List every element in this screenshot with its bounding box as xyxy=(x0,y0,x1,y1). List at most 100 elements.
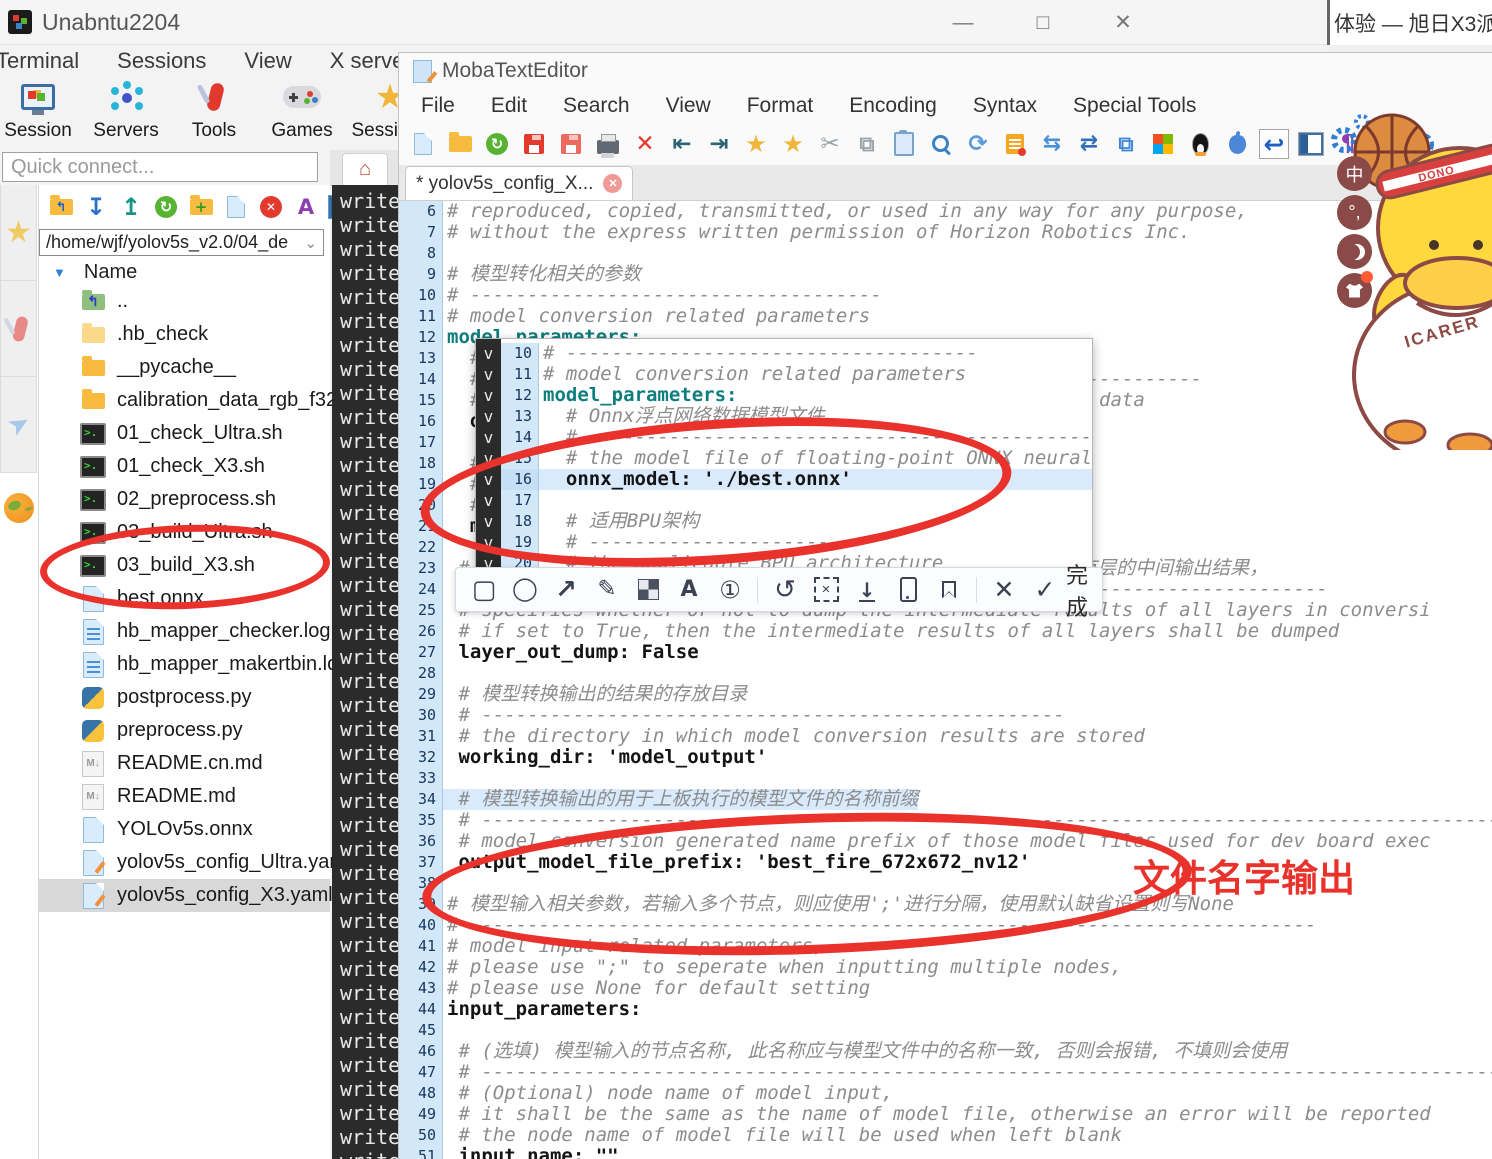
convert-right-icon[interactable]: ⇄ xyxy=(1075,130,1103,158)
refresh-icon[interactable]: ↻ xyxy=(483,130,511,158)
side-tab-tools-knife[interactable] xyxy=(0,281,37,377)
refresh-files-icon[interactable]: ↻ xyxy=(152,193,180,221)
indent-icon[interactable]: ⇥ xyxy=(705,130,733,158)
games-gamepad-button[interactable]: Games xyxy=(266,78,338,142)
upload-file-icon[interactable]: ↥ xyxy=(117,193,145,221)
file-row-yolov5s_config_X3.yaml[interactable]: yolov5s_config_X3.yaml xyxy=(39,879,330,912)
file-row-postprocess.py[interactable]: postprocess.py xyxy=(39,681,330,714)
editor-menu-encoding[interactable]: Encoding xyxy=(849,94,937,118)
highlighter-icon[interactable]: ✐ xyxy=(1371,130,1399,158)
notes-icon[interactable] xyxy=(1001,130,1029,158)
menu-sessions[interactable]: Sessions xyxy=(117,48,206,74)
quick-connect-input[interactable] xyxy=(2,152,318,182)
text-tool-icon[interactable]: A xyxy=(675,576,703,604)
replace-icon[interactable]: ⟳ xyxy=(964,130,992,158)
close-button[interactable]: ✕ xyxy=(1109,10,1137,35)
undo-tool-icon[interactable]: ↺ xyxy=(771,576,799,604)
new-file-icon[interactable] xyxy=(409,130,437,158)
file-row-02_preprocess.sh[interactable]: >.02_preprocess.sh xyxy=(39,483,330,516)
download-file-icon[interactable]: ↧ xyxy=(82,193,110,221)
servers-network-button[interactable]: Servers xyxy=(90,78,162,142)
side-tab-favorites-star[interactable]: ★ xyxy=(0,185,37,281)
confirm-tool-icon[interactable]: ✓ xyxy=(1031,576,1059,604)
save-tool-icon[interactable]: ↓ xyxy=(853,576,881,604)
outdent-icon[interactable]: ⇤ xyxy=(668,130,696,158)
file-row-best.onnx[interactable]: best.onnx xyxy=(39,582,330,615)
save-icon[interactable] xyxy=(520,130,548,158)
close-file-icon[interactable]: ✕ xyxy=(631,130,659,158)
linux-icon[interactable] xyxy=(1186,130,1214,158)
file-row-.hb_check[interactable]: .hb_check xyxy=(39,318,330,351)
file-row-hb_mapper_makertbin.log[interactable]: hb_mapper_makertbin.log xyxy=(39,648,330,681)
minimize-button[interactable]: — xyxy=(949,11,977,35)
background-window-titlebar[interactable]: 体验 — 旭日X3派用户 xyxy=(1327,0,1492,45)
search-icon[interactable] xyxy=(927,130,955,158)
side-tab-world-globe[interactable] xyxy=(0,473,37,543)
undo-icon[interactable]: ↩ xyxy=(1260,130,1288,158)
split-view-icon[interactable] xyxy=(1297,130,1325,158)
pen-tool-icon[interactable]: ✎ xyxy=(593,576,621,604)
convert-pages-icon[interactable]: ⧉ xyxy=(1112,130,1140,158)
file-row-README.md[interactable]: M↓README.md xyxy=(39,780,330,813)
step-number-tool-icon[interactable]: ① xyxy=(716,576,744,604)
file-row-calibration_data_rgb_f32[interactable]: calibration_data_rgb_f32 xyxy=(39,384,330,417)
path-dropdown[interactable]: /home/wjf/yolov5s_v2.0/04_de ⌄ xyxy=(39,229,324,256)
confirm-label[interactable]: 完成 xyxy=(1066,558,1088,622)
home-tab[interactable]: ⌂ xyxy=(342,153,388,185)
file-row-01_check_X3.sh[interactable]: >.01_check_X3.sh xyxy=(39,450,330,483)
ime-chinese-mode-button[interactable]: 中 xyxy=(1337,156,1372,191)
windows-icon[interactable] xyxy=(1149,130,1177,158)
file-row-README.cn.md[interactable]: M↓README.cn.md xyxy=(39,747,330,780)
ime-night-mode-button[interactable] xyxy=(1337,234,1372,269)
file-row-YOLOv5s.onnx[interactable]: YOLOv5s.onnx xyxy=(39,813,330,846)
ime-punctuation-button[interactable]: °, xyxy=(1337,195,1372,230)
mosaic-tool-icon[interactable] xyxy=(634,576,662,604)
terminal-output[interactable]: writewritewritewritewritewritewritewrite… xyxy=(332,185,398,1159)
file-row-..[interactable]: ↰.. xyxy=(39,285,330,318)
settings-gears-icon[interactable] xyxy=(1408,130,1436,158)
session-monitor-button[interactable]: Session xyxy=(2,78,74,142)
editor-menu-view[interactable]: View xyxy=(666,94,711,118)
arrow-tool-icon[interactable]: ↗ xyxy=(552,576,580,604)
delete-file-icon[interactable]: ✕ xyxy=(257,193,285,221)
pin-tool-icon[interactable] xyxy=(935,576,963,604)
file-row-03_build_Ultra.sh[interactable]: >.03_build_Ultra.sh xyxy=(39,516,330,549)
folder-up-icon[interactable]: ↰ xyxy=(47,193,75,221)
ocr-tool-icon[interactable]: ✕ xyxy=(812,576,840,604)
phone-tool-icon[interactable] xyxy=(894,576,922,604)
ime-skin-button[interactable] xyxy=(1337,273,1372,308)
tab-close-icon[interactable]: ✕ xyxy=(603,174,622,193)
rename-text-icon[interactable]: A xyxy=(292,193,320,221)
paste-icon[interactable] xyxy=(890,130,918,158)
menu-terminal[interactable]: Terminal xyxy=(0,48,79,74)
file-row-__pycache__[interactable]: __pycache__ xyxy=(39,351,330,384)
copy-icon[interactable]: ⧉ xyxy=(853,130,881,158)
save-as-icon[interactable] xyxy=(557,130,585,158)
editor-menu-syntax[interactable]: Syntax xyxy=(973,94,1037,118)
apple-icon[interactable] xyxy=(1223,130,1251,158)
editor-menu-format[interactable]: Format xyxy=(747,94,814,118)
side-tab-macros-paperplane[interactable]: ➤ xyxy=(0,377,37,473)
favorite-icon[interactable]: ★ xyxy=(779,130,807,158)
file-row-hb_mapper_checker.log[interactable]: hb_mapper_checker.log xyxy=(39,615,330,648)
pilcrow-icon[interactable]: ¶ xyxy=(1334,130,1362,158)
maximize-button[interactable]: □ xyxy=(1029,11,1057,35)
new-folder-icon[interactable]: + xyxy=(187,193,215,221)
new-file-icon[interactable] xyxy=(222,193,250,221)
convert-left-icon[interactable]: ⇆ xyxy=(1038,130,1066,158)
open-folder-icon[interactable] xyxy=(446,130,474,158)
editor-menu-search[interactable]: Search xyxy=(563,94,630,118)
file-row-01_check_Ultra.sh[interactable]: >.01_check_Ultra.sh xyxy=(39,417,330,450)
tab-yolov5s-config[interactable]: * yolov5s_config_X... ✕ xyxy=(405,166,633,200)
rect-tool-icon[interactable]: ▢ xyxy=(470,576,498,604)
editor-menu-edit[interactable]: Edit xyxy=(491,94,527,118)
file-row-03_build_X3.sh[interactable]: >.03_build_X3.sh xyxy=(39,549,330,582)
print-icon[interactable] xyxy=(594,130,622,158)
ellipse-tool-icon[interactable]: ◯ xyxy=(511,576,539,604)
editor-menu-file[interactable]: File xyxy=(421,94,455,118)
menu-view[interactable]: View xyxy=(244,48,291,74)
file-row-yolov5s_config_Ultra.yaml[interactable]: yolov5s_config_Ultra.yaml xyxy=(39,846,330,879)
tools-knife-button[interactable]: Tools xyxy=(178,78,250,142)
cancel-tool-icon[interactable]: ✕ xyxy=(990,576,1018,604)
cut-icon[interactable]: ✂ xyxy=(816,130,844,158)
